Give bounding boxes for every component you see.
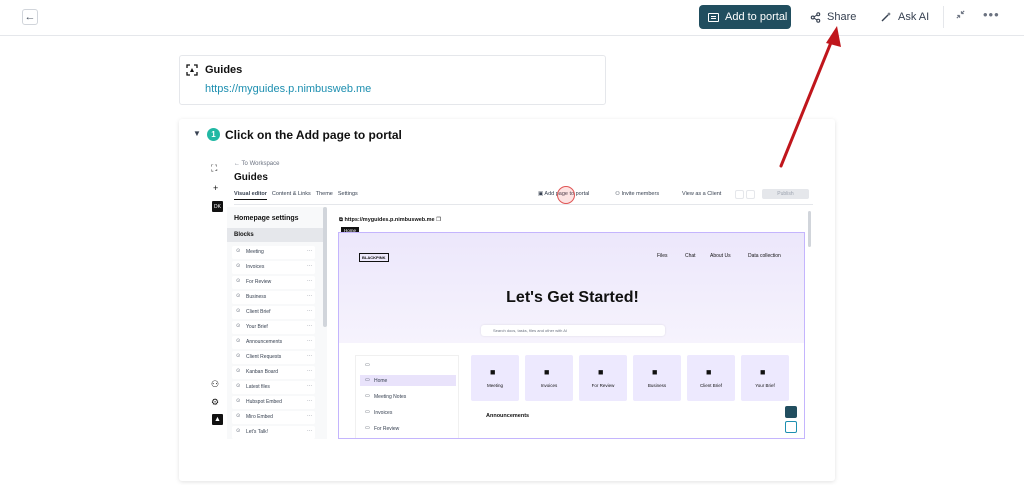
- step-screenshot: ⛶ + DK ⚇ ⚙ ▲ ← To Workspace Guides Visua…: [205, 159, 813, 439]
- block-item: Invoices: [232, 261, 315, 274]
- site-menu-item: Invoices: [360, 407, 456, 418]
- site-announcements: Announcements: [486, 413, 530, 419]
- site-nav-item: Chat: [685, 253, 696, 259]
- magic-wand-icon: [881, 12, 891, 22]
- share-label: Share: [827, 11, 857, 23]
- share-button[interactable]: Share: [810, 11, 856, 23]
- step-title: Click on the Add page to portal: [225, 128, 402, 142]
- focus-icon: [186, 64, 198, 79]
- screenshot-sidebar: Homepage settings Blocks Meeting Invoice…: [227, 207, 327, 439]
- help-icon: [785, 421, 797, 433]
- homepage-settings-heading: Homepage settings: [234, 215, 299, 222]
- site-nav-item: Data collection: [748, 253, 781, 259]
- screenshot-rail: ⛶ + DK ⚇ ⚙ ▲: [205, 159, 229, 439]
- site-tile: Business: [633, 355, 681, 401]
- block-item: Let's Talk!: [232, 426, 315, 439]
- block-item: Announcements: [232, 336, 315, 349]
- block-item: Meeting: [232, 246, 315, 259]
- screenshot-tab: Settings: [337, 191, 358, 197]
- block-item: For Review: [232, 276, 315, 289]
- screenshot-tabs: Visual editor Content & Links Theme Sett…: [234, 191, 358, 200]
- site-tile: Client Brief: [687, 355, 735, 401]
- screenshot-tab: Theme: [315, 191, 333, 197]
- site-hero-title: Let's Get Started!: [506, 289, 639, 306]
- caret-down-icon[interactable]: ▼: [193, 129, 201, 138]
- gear-icon: ⚙: [211, 397, 220, 407]
- guide-card: Guides https://myguides.p.nimbusweb.me: [179, 55, 606, 105]
- screenshot-url: ⧉ https://myguides.p.nimbusweb.me ❐: [339, 217, 442, 223]
- site-hero: BLACKPINK Files Chat About Us Data colle…: [339, 233, 804, 343]
- collapse-button[interactable]: [955, 9, 966, 20]
- block-item: Latest files: [232, 381, 315, 394]
- screenshot-view-as: View as a Client: [682, 191, 722, 197]
- site-tile: Your Brief: [741, 355, 789, 401]
- site-logo: BLACKPINK: [359, 253, 389, 262]
- profile-icon: ▲: [212, 414, 223, 425]
- more-button[interactable]: •••: [983, 7, 1000, 22]
- block-item: Your Brief: [232, 321, 315, 334]
- plus-icon: +: [213, 183, 219, 193]
- site-menu-item: For Review: [360, 423, 456, 434]
- step-number-badge: 1: [207, 128, 220, 141]
- site-tile: Invoices: [525, 355, 573, 401]
- screenshot-redo: [746, 190, 755, 199]
- add-to-portal-label: Add to portal: [725, 11, 788, 23]
- block-item: Miro Embed: [232, 411, 315, 424]
- site-menu: Home Meeting Notes Invoices For Review: [355, 355, 459, 438]
- toolbar-divider: [943, 6, 944, 28]
- site-tile: For Review: [579, 355, 627, 401]
- block-item: Hubspot Embed: [232, 396, 315, 409]
- site-menu-item: Home: [360, 375, 456, 386]
- site-nav-item: About Us: [710, 253, 731, 259]
- screenshot-undo: [735, 190, 744, 199]
- share-icon: [810, 11, 821, 23]
- site-menu-item: Meeting Notes: [360, 391, 456, 402]
- screenshot-back-link: ← To Workspace: [234, 161, 280, 167]
- site-menu-icon: [360, 360, 456, 371]
- arrow-left-icon: ←: [24, 11, 36, 23]
- click-indicator: [557, 186, 575, 204]
- screenshot-invite: ⚇ Invite members: [615, 191, 660, 197]
- site-tile: Meeting: [471, 355, 519, 401]
- block-item: Client Brief: [232, 306, 315, 319]
- preview-scrollbar: [808, 211, 811, 247]
- top-bar: ← Add to portal Share Ask AI •••: [0, 0, 1024, 36]
- chat-icon: [785, 406, 797, 418]
- screenshot-tab: Visual editor: [234, 191, 267, 200]
- screenshot-tab: Content & Links: [271, 191, 311, 197]
- site-search: Search docs, tasks, files and other with…: [481, 325, 665, 336]
- sidebar-scrollbar: [323, 207, 327, 327]
- block-item: Client Requests: [232, 351, 315, 364]
- guide-link[interactable]: https://myguides.p.nimbusweb.me: [205, 83, 371, 95]
- ask-ai-label: Ask AI: [898, 11, 930, 23]
- more-horizontal-icon: •••: [983, 7, 1000, 22]
- add-to-portal-button[interactable]: Add to portal: [699, 5, 791, 29]
- portal-icon: [708, 12, 719, 22]
- focus-icon: ⛶: [211, 163, 218, 173]
- users-icon: ⚇: [211, 379, 220, 389]
- site-preview: BLACKPINK Files Chat About Us Data colle…: [338, 232, 805, 439]
- ask-ai-button[interactable]: Ask AI: [880, 11, 929, 23]
- back-button[interactable]: ←: [22, 9, 38, 25]
- block-item: Kanban Board: [232, 366, 315, 379]
- screenshot-divider: [234, 204, 813, 205]
- avatar: DK: [212, 201, 223, 212]
- guide-title: Guides: [205, 64, 243, 76]
- screenshot-title: Guides: [234, 172, 268, 183]
- collapse-icon: [956, 10, 965, 19]
- screenshot-publish: Publish: [762, 189, 809, 199]
- block-item: Business: [232, 291, 315, 304]
- blocks-header: Blocks: [227, 228, 323, 242]
- site-nav-item: Files: [657, 253, 668, 259]
- step-card: ▼ 1 Click on the Add page to portal ⛶ + …: [179, 119, 835, 481]
